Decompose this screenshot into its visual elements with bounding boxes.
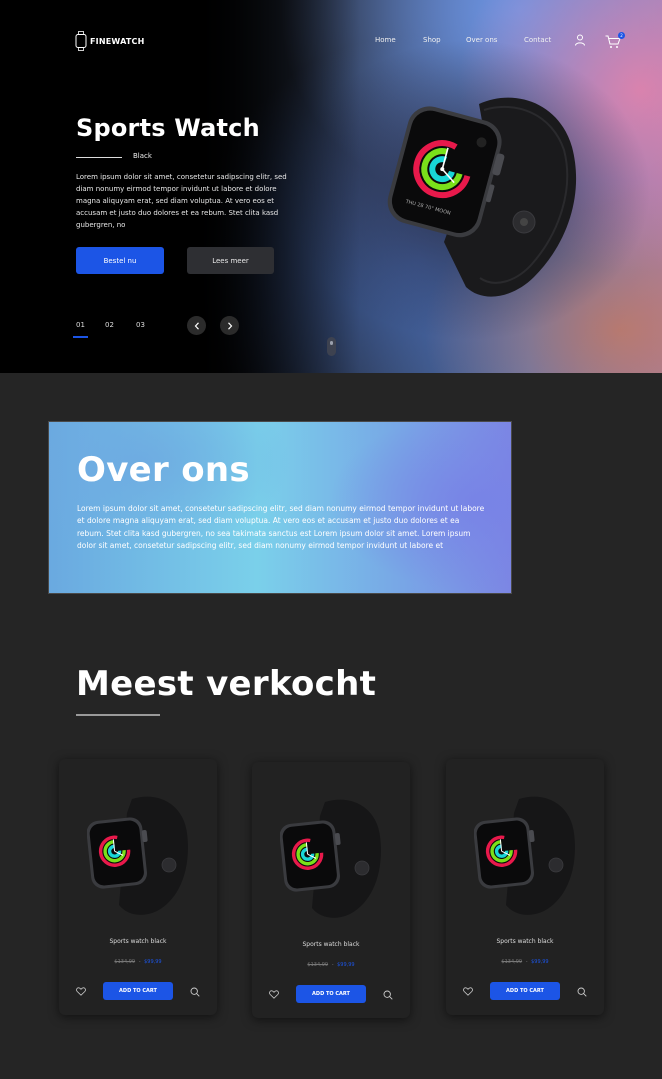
old-price: $134,99 [307,962,329,968]
product-image [280,799,381,918]
price-separator: - [525,959,528,965]
cart-count-badge: 2 [618,32,625,39]
price-separator: - [138,959,141,965]
scroll-down-indicator[interactable] [327,337,336,356]
old-price: $134,99 [114,959,136,965]
hero-title: Sports Watch [76,114,260,142]
add-to-cart-button[interactable]: ADD TO CART [490,982,560,1000]
heart-icon[interactable] [76,987,86,996]
hero-divider [76,157,122,158]
nav-item-contact[interactable]: Contact [524,36,551,44]
active-slide-bar [73,336,88,338]
user-icon[interactable] [574,34,586,46]
product-image [87,796,188,915]
product-card[interactable]: Sports watch black $134,99 - $99,99 ADD … [252,762,410,1018]
hero-watch-image: THU 28 70° MOON [387,97,577,297]
new-price: $99,99 [144,959,162,965]
nav-item-home[interactable]: Home [375,36,396,44]
next-slide-button[interactable] [220,316,239,335]
product-name[interactable]: Sports watch black [59,938,217,945]
product-name[interactable]: Sports watch black [252,941,410,948]
price-separator: - [331,962,334,968]
about-section: Over ons Lorem ipsum dolor sit amet, con… [48,421,512,594]
product-price: $134,99 - $99,99 [252,962,410,968]
about-title: Over ons [77,450,250,490]
slide-indicator-2[interactable]: 02 [105,321,114,329]
add-to-cart-button[interactable]: ADD TO CART [296,985,366,1003]
about-text: Lorem ipsum dolor sit amet, consetetur s… [77,504,485,550]
product-price: $134,99 - $99,99 [59,959,217,965]
product-card[interactable]: Sports watch black $134,99 - $99,99 ADD … [446,759,604,1015]
nav-item-shop[interactable]: Shop [423,36,441,44]
search-icon[interactable] [577,987,587,997]
chevron-left-icon [194,321,199,330]
search-icon[interactable] [190,987,200,997]
product-name[interactable]: Sports watch black [446,938,604,945]
heart-icon[interactable] [463,987,473,996]
read-more-button[interactable]: Lees meer [187,247,274,274]
bestsellers-title: Meest verkocht [76,664,377,704]
new-price: $99,99 [337,962,355,968]
hero-color-label: Black [133,152,152,160]
slide-indicator-3[interactable]: 03 [136,321,145,329]
product-price: $134,99 - $99,99 [446,959,604,965]
product-image [474,796,575,915]
new-price: $99,99 [531,959,549,965]
search-icon[interactable] [383,990,393,1000]
prev-slide-button[interactable] [187,316,206,335]
hero-section: FINEWATCH Home Shop Over ons Contact 2 S… [0,0,662,373]
main-nav: Home Shop Over ons Contact [0,36,662,50]
product-card[interactable]: Sports watch black $134,99 - $99,99 ADD … [59,759,217,1015]
slide-indicator-1[interactable]: 01 [76,321,85,329]
order-now-button[interactable]: Bestel nu [76,247,164,274]
old-price: $134,99 [501,959,523,965]
bestsellers-divider [76,714,160,716]
heart-icon[interactable] [269,990,279,999]
nav-item-over-ons[interactable]: Over ons [466,36,497,44]
add-to-cart-button[interactable]: ADD TO CART [103,982,173,1000]
hero-description: Lorem ipsum dolor sit amet, consetetur s… [76,173,287,229]
chevron-right-icon [227,321,232,330]
